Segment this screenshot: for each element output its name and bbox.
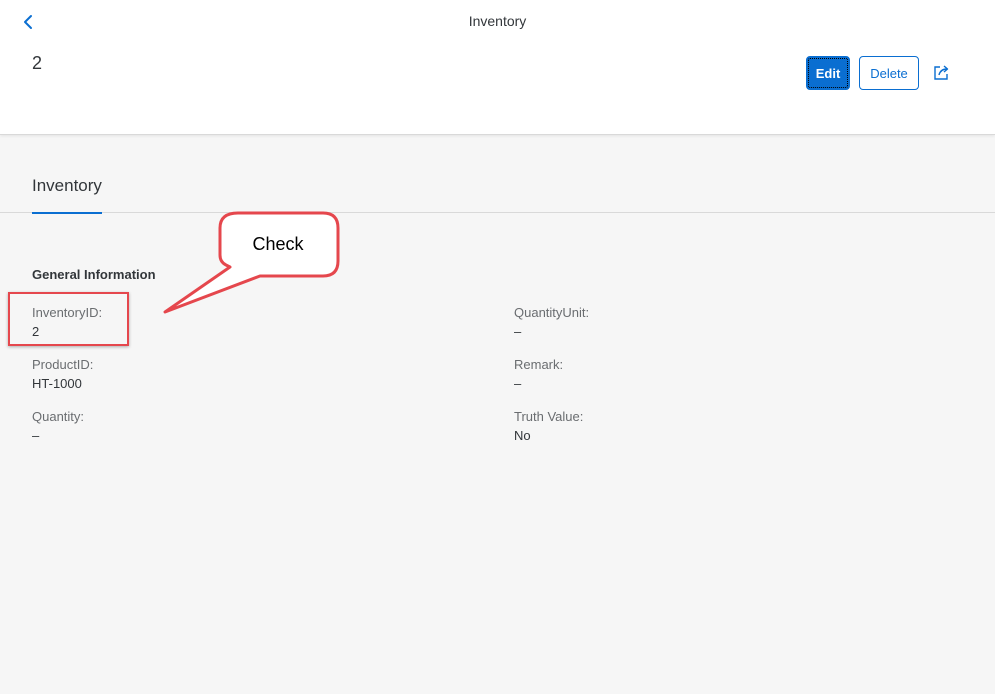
object-title: 2 [32,53,43,73]
field-remark: Remark: – [514,357,563,391]
field-label: Quantity: [32,409,85,424]
field-label: Truth Value: [514,409,584,424]
field-truth-value: Truth Value: No [514,409,583,443]
app-title: Inventory [468,13,527,29]
field-value: – [514,376,522,391]
field-quantity-unit: QuantityUnit: – [514,305,589,339]
field-label: Remark: [514,357,564,372]
annotation-callout [163,211,340,314]
edit-button[interactable]: Edit [806,56,850,90]
annotation-highlight-box [8,292,129,346]
share-button[interactable] [930,62,952,84]
field-label: QuantityUnit: [514,305,590,320]
field-product-id: ProductID: HT-1000 [32,357,93,391]
field-value: – [514,324,522,339]
section-title: General Information [32,267,156,282]
field-quantity: Quantity: – [32,409,84,443]
tab-bar: Inventory [0,135,995,214]
delete-button[interactable]: Delete [859,56,919,90]
field-label: ProductID: [32,357,94,372]
object-header: Inventory 2 Edit Delete [0,0,995,135]
field-value: HT-1000 [32,376,82,391]
tab-inventory[interactable]: Inventory [32,176,102,214]
annotation-callout-text: Check [252,234,304,254]
field-value: No [514,428,531,443]
field-value: – [32,428,40,443]
share-icon [934,65,949,80]
